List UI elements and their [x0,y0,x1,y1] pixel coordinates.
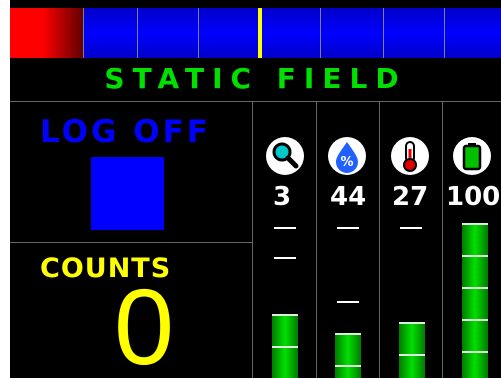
thermometer-icon [391,137,429,175]
humidity-value: 44 [330,182,367,212]
magnifier-level-bar [272,314,298,378]
field-strength-meter [10,8,501,58]
temperature-level-bar [399,322,425,378]
device-screen: STATIC FIELD LOG OFF COUNTS 0 % 3 44 27 … [10,0,501,378]
bar-segment-line [462,223,488,225]
divider [10,242,252,243]
peak-marker [274,257,296,259]
log-status-label[interactable]: LOG OFF [40,114,240,150]
peak-marker [400,227,422,229]
divider [442,101,443,378]
meter-tick [137,8,138,58]
battery-value: 100 [446,182,501,212]
divider [252,101,253,378]
bar-segment-line [399,322,425,324]
humidity-icon: % [328,137,366,175]
divider [316,101,317,378]
meter-marker [258,8,262,58]
counts-value: 0 [114,266,175,378]
bar-segment-line [462,255,488,257]
divider [10,101,501,102]
bar-segment-line [335,333,361,335]
temperature-value: 27 [392,182,429,212]
meter-tick [320,8,321,58]
bar-segment-line [462,287,488,289]
peak-marker [274,227,296,229]
bar-segment-line [462,319,488,321]
meter-tick [383,8,384,58]
bar-segment-line [272,314,298,316]
magnifier-icon [266,137,304,175]
peak-marker [337,227,359,229]
battery-icon [453,137,491,175]
humidity-level-bar [335,333,361,378]
meter-tick [198,8,199,58]
log-indicator[interactable] [91,157,164,230]
meter-red-zone [10,8,83,58]
magnifier-value: 3 [273,182,292,212]
peak-marker [337,301,359,303]
meter-tick [444,8,445,58]
meter-tick [83,8,84,58]
bar-segment-line [272,346,298,348]
bar-segment-line [399,354,425,356]
bar-segment-line [462,351,488,353]
mode-title: STATIC FIELD [104,62,407,95]
bar-segment-line [335,365,361,367]
svg-text:%: % [340,155,353,170]
battery-level-bar [462,223,488,378]
divider [379,101,380,378]
